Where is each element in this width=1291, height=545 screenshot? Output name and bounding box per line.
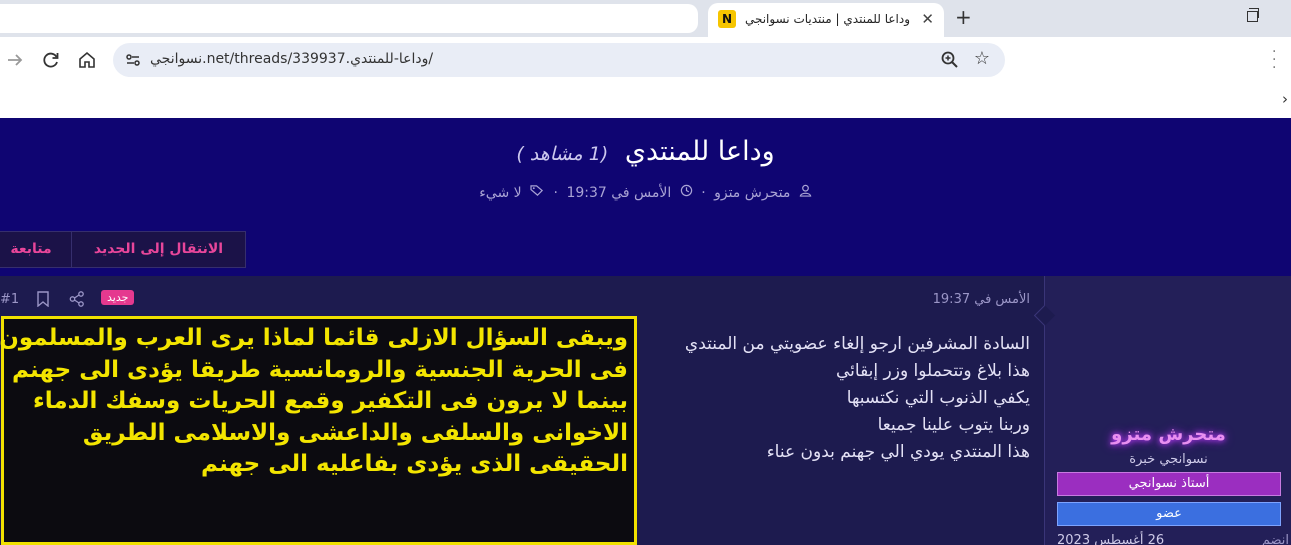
post-line: هذا بلاغ وتتحملوا وزر إبقائي bbox=[835, 361, 1030, 381]
role-badge: عضو bbox=[1057, 502, 1281, 526]
overlay-line: الحقيقى الذى يؤدى بفاعليه الى جهنم bbox=[201, 451, 628, 477]
url-text[interactable]: نسوانجي.net/threads/339937.وداعا-للمنتدي… bbox=[150, 51, 433, 67]
tab-title: وداعا للمنتدي | منتديات نسوانجي bbox=[744, 12, 910, 26]
view-count: (1 مشاهد ) bbox=[516, 143, 609, 165]
browser-menu-icon[interactable]: · · · bbox=[1272, 45, 1276, 75]
author-card: متحرش متزو نسوانجي خبرة أستاذ نسوانجي عض… bbox=[1044, 276, 1291, 545]
share-icon[interactable] bbox=[68, 290, 86, 308]
post-line: السادة المشرفين ارجو إلغاء عضويتي من الم… bbox=[684, 334, 1030, 354]
post-line: وربنا يتوب علينا جميعا bbox=[877, 415, 1030, 435]
tags-icon bbox=[526, 185, 545, 201]
overlay-line: الاخوانى والسلفى والداعشى والاسلامى الطر… bbox=[82, 419, 628, 446]
overlay-line: فى الحرية الجنسية والرومانسية طريقا يؤدى… bbox=[12, 356, 628, 383]
bookmark-star-icon[interactable]: ☆ bbox=[971, 48, 993, 70]
author-title: نسوانجي خبرة bbox=[1129, 452, 1208, 467]
new-badge: جديد bbox=[101, 290, 135, 305]
chevron-right-icon[interactable]: › bbox=[1282, 90, 1288, 108]
post-line: يكفي الذنوب التي نكتسبها bbox=[846, 388, 1030, 408]
overlay-line: ويبقى السؤال الازلى قائما لماذا يرى العر… bbox=[0, 325, 628, 351]
thread-meta: متحرش متزو · الأمس في 19:37 · لا شيء bbox=[0, 184, 1291, 201]
overlay-text: ويبقى السؤال الازلى قائما لماذا يرى العر… bbox=[0, 323, 628, 481]
post-date[interactable]: الأمس في 19:37 bbox=[933, 292, 1030, 307]
role-badge: أستاذ نسوانجي bbox=[1057, 472, 1281, 496]
new-tab-button[interactable]: + bbox=[955, 7, 972, 27]
favicon-icon: N bbox=[718, 10, 736, 28]
post-body: السادة المشرفين ارجو إلغاء عضويتي من الم… bbox=[685, 331, 1030, 466]
thread-date[interactable]: الأمس في 19:37 bbox=[566, 185, 671, 201]
separator: · bbox=[553, 185, 558, 201]
address-bar[interactable]: نسوانجي.net/threads/339937.وداعا-للمنتدي… bbox=[113, 43, 1005, 77]
author-name[interactable]: متحرش متزو bbox=[1045, 424, 1291, 445]
inactive-tab[interactable] bbox=[0, 4, 698, 33]
forward-icon[interactable] bbox=[4, 49, 26, 71]
bookmarks-bar: › bbox=[0, 83, 1291, 118]
overlay-annotation: ويبقى السؤال الازلى قائما لماذا يرى العر… bbox=[0, 316, 637, 545]
home-icon[interactable] bbox=[76, 49, 98, 71]
follow-button[interactable]: متابعة bbox=[0, 231, 72, 268]
overlay-line: بينما لا يرون فى التكفير وقمع الحريات وس… bbox=[33, 388, 628, 414]
bookmark-icon[interactable] bbox=[36, 291, 50, 308]
site-info-icon[interactable] bbox=[123, 50, 143, 70]
reload-icon[interactable] bbox=[40, 49, 62, 71]
post-line: هذا المنتدي يودي الي جهنم بدون عناء bbox=[766, 442, 1030, 462]
post-number[interactable]: #1 bbox=[0, 292, 19, 307]
thread-tags: لا شيء bbox=[479, 185, 522, 201]
joined-label: انضم bbox=[1261, 533, 1289, 545]
active-tab[interactable]: N وداعا للمنتدي | منتديات نسوانجي ✕ bbox=[708, 3, 944, 37]
thread-header: وداعا للمنتدي (1 مشاهد ) متحرش متزو · ال… bbox=[0, 118, 1291, 276]
clock-icon bbox=[675, 184, 692, 201]
browser-toolbar: نسوانجي.net/threads/339937.وداعا-للمنتدي… bbox=[0, 37, 1291, 83]
thread-author[interactable]: متحرش متزو bbox=[714, 185, 790, 201]
zoom-icon[interactable] bbox=[939, 49, 961, 71]
separator: · bbox=[701, 185, 706, 201]
thread-title-text: وداعا للمنتدي bbox=[624, 136, 775, 167]
close-tab-icon[interactable]: ✕ bbox=[921, 10, 934, 28]
joined-date: 26 أغسطس 2023 bbox=[1057, 533, 1165, 545]
jump-to-new-button[interactable]: الانتقال إلى الجديد bbox=[71, 231, 246, 268]
restore-window-icon[interactable] bbox=[1247, 8, 1259, 22]
browser-tabstrip: N وداعا للمنتدي | منتديات نسوانجي ✕ + bbox=[0, 0, 1291, 37]
thread-title: وداعا للمنتدي (1 مشاهد ) bbox=[0, 136, 1291, 167]
user-icon bbox=[794, 184, 812, 201]
